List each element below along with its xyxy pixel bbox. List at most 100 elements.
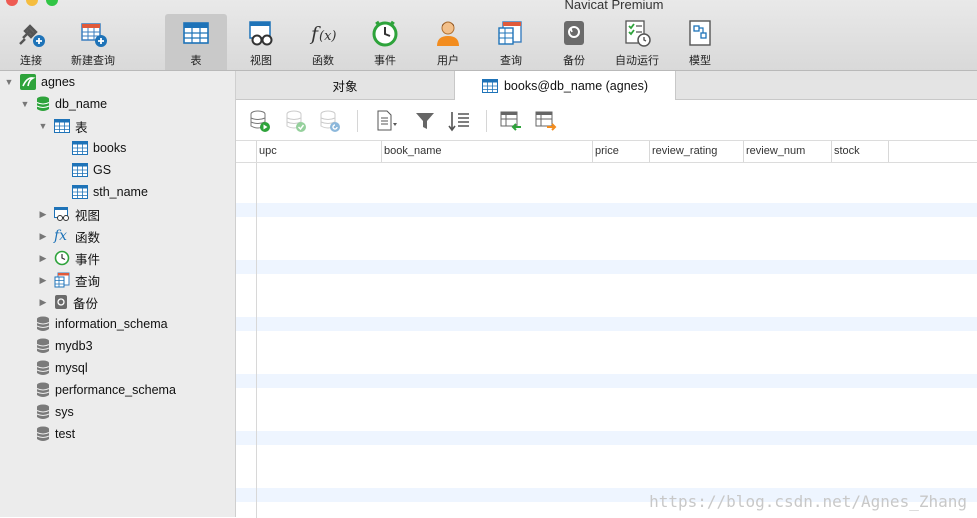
- database-icon: [36, 426, 50, 441]
- row-stripe: [236, 203, 977, 217]
- tree-database-label: performance_schema: [55, 383, 176, 397]
- data-grid: upc book_name price review_rating review…: [236, 140, 977, 518]
- tab-objects[interactable]: 对象: [236, 71, 454, 99]
- model-icon: [689, 20, 711, 46]
- tree-database-test[interactable]: test: [36, 423, 75, 445]
- tree-database-label: db_name: [55, 97, 108, 111]
- column-header-book-name[interactable]: book_name: [381, 141, 593, 162]
- toolbar-model-label: 模型: [689, 55, 711, 67]
- tree-group-queries[interactable]: ▶ 查询: [38, 269, 100, 291]
- toolbar-event-label: 事件: [374, 55, 396, 67]
- tab-books-table[interactable]: books@db_name (agnes): [454, 71, 676, 100]
- query-icon: [498, 21, 522, 45]
- column-header-price[interactable]: price: [592, 141, 650, 162]
- filter-icon[interactable]: [413, 109, 437, 133]
- tree-database-label: sys: [55, 405, 74, 419]
- clock-icon: [54, 250, 70, 266]
- tree-group-label: 事件: [75, 252, 101, 267]
- tree-group-label: 备份: [73, 296, 99, 311]
- function-icon: f (x): [309, 23, 336, 45]
- tree-table-label: sth_name: [93, 185, 148, 199]
- toolbar-automation-button[interactable]: 自动运行: [606, 14, 668, 70]
- import-icon[interactable]: [499, 109, 523, 133]
- tree-table-books[interactable]: books: [72, 137, 126, 159]
- text-document-icon[interactable]: [374, 109, 398, 133]
- toolbar-function-button[interactable]: f (x) 函数: [292, 14, 354, 70]
- database-icon: [36, 338, 50, 353]
- toolbar-table-label: 表: [190, 55, 202, 67]
- disclosure-collapsed-icon[interactable]: ▶: [38, 209, 48, 219]
- toolbar-connect-label: 连接: [20, 55, 42, 67]
- tree-database-label: information_schema: [55, 317, 168, 331]
- disclosure-collapsed-icon[interactable]: ▶: [38, 231, 48, 241]
- disclosure-expanded-icon[interactable]: ▼: [38, 121, 48, 131]
- tree-database-db-name[interactable]: ▼ db_name: [20, 93, 107, 115]
- tree-table-gs[interactable]: GS: [72, 159, 111, 181]
- toolbar-separator: [357, 110, 358, 132]
- plug-icon: [19, 24, 45, 47]
- toolbar-event-button[interactable]: 事件: [354, 14, 416, 70]
- disclosure-collapsed-icon[interactable]: ▶: [38, 253, 48, 263]
- tree-database-label: mydb3: [55, 339, 93, 353]
- toolbar-table-button[interactable]: 表: [165, 14, 227, 70]
- tree-database-information-schema[interactable]: information_schema: [36, 313, 168, 335]
- toolbar-view-button[interactable]: 视图: [230, 14, 292, 70]
- toolbar-function-label: 函数: [312, 55, 334, 67]
- tree-database-mysql[interactable]: mysql: [36, 357, 88, 379]
- tree-group-tables[interactable]: ▼ 表: [38, 115, 88, 137]
- column-header-row-marker: [236, 141, 257, 162]
- column-header-upc[interactable]: upc: [256, 141, 382, 162]
- disclosure-expanded-icon[interactable]: ▼: [4, 77, 14, 87]
- toolbar-query-button[interactable]: 查询: [480, 14, 542, 70]
- table-icon: [72, 163, 88, 177]
- tree-group-events[interactable]: ▶ 事件: [38, 247, 100, 269]
- window-toolbar: Navicat Premium 连接 新建查询 表 视图 f (x) 函数 事件…: [0, 0, 977, 71]
- disclosure-collapsed-icon[interactable]: ▶: [38, 275, 48, 285]
- column-header-stock[interactable]: stock: [831, 141, 889, 162]
- toolbar-connect-button[interactable]: 连接: [0, 14, 62, 70]
- tree-database-mydb3[interactable]: mydb3: [36, 335, 93, 357]
- tree-table-sth-name[interactable]: sth_name: [72, 181, 148, 203]
- sort-icon[interactable]: [447, 109, 471, 133]
- tree-group-views[interactable]: ▶ 视图: [38, 203, 100, 225]
- tree-database-performance-schema[interactable]: performance_schema: [36, 379, 176, 401]
- database-icon: [36, 360, 50, 375]
- window-title: Navicat Premium: [564, 0, 664, 12]
- toolbar-user-button[interactable]: 用户: [417, 14, 479, 70]
- export-icon[interactable]: [534, 109, 558, 133]
- rollback-icon[interactable]: [318, 109, 342, 133]
- column-header-review-num[interactable]: review_num: [743, 141, 832, 162]
- tree-connection-agnes[interactable]: ▼ agnes: [4, 71, 75, 93]
- automation-icon: [625, 20, 651, 47]
- disclosure-expanded-icon[interactable]: ▼: [20, 99, 30, 109]
- database-icon: [36, 404, 50, 419]
- table-icon: [183, 22, 209, 44]
- tree-table-label: books: [93, 141, 127, 155]
- tree-group-label: 查询: [75, 274, 101, 289]
- commit-icon[interactable]: [284, 109, 308, 133]
- toolbar-new-query-label: 新建查询: [71, 55, 115, 67]
- table-icon: [481, 78, 498, 93]
- toolbar-backup-button[interactable]: 备份: [543, 14, 605, 70]
- tree-database-sys[interactable]: sys: [36, 401, 74, 423]
- tree-group-backups[interactable]: ▶ 备份: [38, 291, 98, 313]
- mysql-connection-icon: [20, 74, 36, 90]
- svg-text:(x): (x): [319, 29, 336, 44]
- database-icon: [36, 382, 50, 397]
- view-icon: [249, 21, 273, 46]
- tree-group-functions[interactable]: ▶ fx 函数: [38, 225, 100, 247]
- column-header-review-rating[interactable]: review_rating: [649, 141, 744, 162]
- table-icon: [72, 185, 88, 199]
- begin-transaction-icon[interactable]: [248, 109, 272, 133]
- tree-connection-label: agnes: [41, 75, 76, 89]
- row-marker-divider: [256, 163, 257, 518]
- tree-group-label: 表: [75, 120, 88, 135]
- toolbar-model-button[interactable]: 模型: [669, 14, 731, 70]
- toolbar-backup-label: 备份: [563, 55, 585, 67]
- toolbar-new-query-button[interactable]: 新建查询: [62, 14, 124, 70]
- tab-label: 对象: [332, 79, 358, 94]
- disclosure-collapsed-icon[interactable]: ▶: [38, 297, 48, 307]
- backup-icon: [55, 295, 67, 309]
- table-icon: [54, 119, 70, 133]
- toolbar-user-label: 用户: [437, 55, 459, 67]
